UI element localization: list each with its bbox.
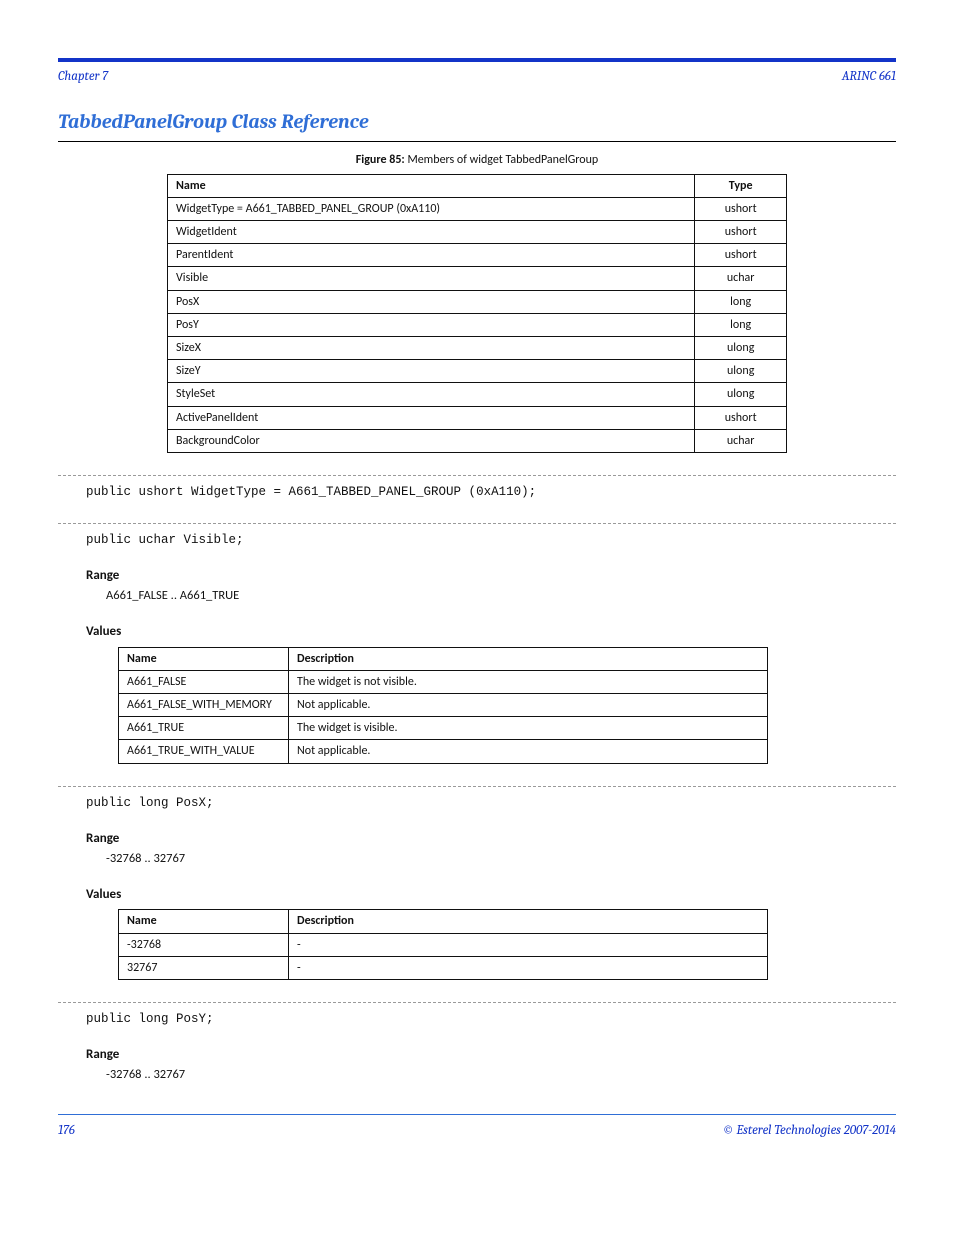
- values-cell: Not applicable.: [289, 694, 768, 717]
- members-row: PosYlong: [168, 313, 787, 336]
- values-cell: A661_FALSE: [119, 670, 289, 693]
- values-header-cell: Description: [289, 910, 768, 933]
- range-heading: Range: [86, 830, 896, 848]
- header-line: Chapter 7 ARINC 661: [58, 68, 896, 86]
- members-cell-name: SizeY: [168, 360, 695, 383]
- signature: public long PosY;: [86, 1011, 896, 1028]
- values-row: A661_TRUE_WITH_VALUENot applicable.: [119, 740, 768, 763]
- values-row: A661_FALSE_WITH_MEMORYNot applicable.: [119, 694, 768, 717]
- range-heading: Range: [86, 567, 896, 585]
- values-table: NameDescription-32768-32767-: [118, 909, 768, 980]
- range-value: -32768 .. 32767: [106, 1067, 896, 1084]
- signature: public long PosX;: [86, 795, 896, 812]
- figure-desc: Members of widget TabbedPanelGroup: [405, 153, 598, 167]
- members-row: StyleSetulong: [168, 383, 787, 406]
- members-cell-type: ulong: [695, 337, 787, 360]
- entry-divider: [58, 523, 896, 524]
- members-cell-name: BackgroundColor: [168, 429, 695, 452]
- values-table: NameDescriptionA661_FALSEThe widget is n…: [118, 647, 768, 764]
- members-row: ParentIdentushort: [168, 244, 787, 267]
- section-title: TabbedPanelGroup Class Reference: [58, 108, 896, 142]
- members-cell-name: Visible: [168, 267, 695, 290]
- values-cell: A661_TRUE: [119, 717, 289, 740]
- top-rule: [58, 58, 896, 62]
- range-heading: Range: [86, 1046, 896, 1064]
- members-cell-type: ushort: [695, 221, 787, 244]
- members-row: Visibleuchar: [168, 267, 787, 290]
- members-cell-type: long: [695, 313, 787, 336]
- values-header-row: NameDescription: [119, 910, 768, 933]
- entry-divider: [58, 1002, 896, 1003]
- footer-rule: [58, 1114, 896, 1115]
- entry-divider: [58, 475, 896, 476]
- members-cell-type: uchar: [695, 267, 787, 290]
- values-cell: The widget is not visible.: [289, 670, 768, 693]
- footer-copyright: © Esterel Technologies 2007-2014: [723, 1122, 896, 1140]
- members-row: WidgetIdentushort: [168, 221, 787, 244]
- members-row: SizeYulong: [168, 360, 787, 383]
- signature: public ushort WidgetType = A661_TABBED_P…: [86, 484, 896, 501]
- members-row: PosXlong: [168, 290, 787, 313]
- members-cell-type: ushort: [695, 197, 787, 220]
- members-cell-name: SizeX: [168, 337, 695, 360]
- values-cell: The widget is visible.: [289, 717, 768, 740]
- values-cell: A661_FALSE_WITH_MEMORY: [119, 694, 289, 717]
- entry-divider: [58, 786, 896, 787]
- members-row: WidgetType = A661_TABBED_PANEL_GROUP (0x…: [168, 197, 787, 220]
- values-row: 32767-: [119, 956, 768, 979]
- footer-page: 176: [58, 1122, 75, 1140]
- members-cell-type: uchar: [695, 429, 787, 452]
- members-cell-type: ushort: [695, 244, 787, 267]
- members-cell-name: PosY: [168, 313, 695, 336]
- members-row: BackgroundColoruchar: [168, 429, 787, 452]
- members-cell-name: WidgetIdent: [168, 221, 695, 244]
- values-row: A661_TRUEThe widget is visible.: [119, 717, 768, 740]
- values-cell: Not applicable.: [289, 740, 768, 763]
- values-header-row: NameDescription: [119, 647, 768, 670]
- range-value: A661_FALSE .. A661_TRUE: [106, 588, 896, 605]
- values-heading: Values: [86, 886, 896, 904]
- members-cell-name: PosX: [168, 290, 695, 313]
- values-header-cell: Description: [289, 647, 768, 670]
- values-cell: 32767: [119, 956, 289, 979]
- members-row: SizeXulong: [168, 337, 787, 360]
- range-value: -32768 .. 32767: [106, 851, 896, 868]
- members-cell-name: WidgetType = A661_TABBED_PANEL_GROUP (0x…: [168, 197, 695, 220]
- members-table: Name Type WidgetType = A661_TABBED_PANEL…: [167, 174, 787, 453]
- values-cell: -: [289, 956, 768, 979]
- members-header-type: Type: [695, 174, 787, 197]
- values-row: A661_FALSEThe widget is not visible.: [119, 670, 768, 693]
- values-heading: Values: [86, 623, 896, 641]
- members-cell-type: ushort: [695, 406, 787, 429]
- figure-label: Figure 85:: [356, 153, 405, 167]
- members-cell-name: ActivePanelIdent: [168, 406, 695, 429]
- members-cell-type: ulong: [695, 360, 787, 383]
- figure-caption: Figure 85: Members of widget TabbedPanel…: [58, 152, 896, 168]
- values-cell: -: [289, 933, 768, 956]
- values-row: -32768-: [119, 933, 768, 956]
- members-header-row: Name Type: [168, 174, 787, 197]
- members-cell-name: ParentIdent: [168, 244, 695, 267]
- values-cell: -32768: [119, 933, 289, 956]
- values-header-cell: Name: [119, 647, 289, 670]
- members-cell-name: StyleSet: [168, 383, 695, 406]
- signature: public uchar Visible;: [86, 532, 896, 549]
- values-cell: A661_TRUE_WITH_VALUE: [119, 740, 289, 763]
- header-right: ARINC 661: [842, 68, 896, 86]
- members-header-name: Name: [168, 174, 695, 197]
- header-left: Chapter 7: [58, 68, 108, 86]
- members-row: ActivePanelIdentushort: [168, 406, 787, 429]
- members-cell-type: long: [695, 290, 787, 313]
- members-cell-type: ulong: [695, 383, 787, 406]
- footer: 176 © Esterel Technologies 2007-2014: [58, 1122, 896, 1140]
- values-header-cell: Name: [119, 910, 289, 933]
